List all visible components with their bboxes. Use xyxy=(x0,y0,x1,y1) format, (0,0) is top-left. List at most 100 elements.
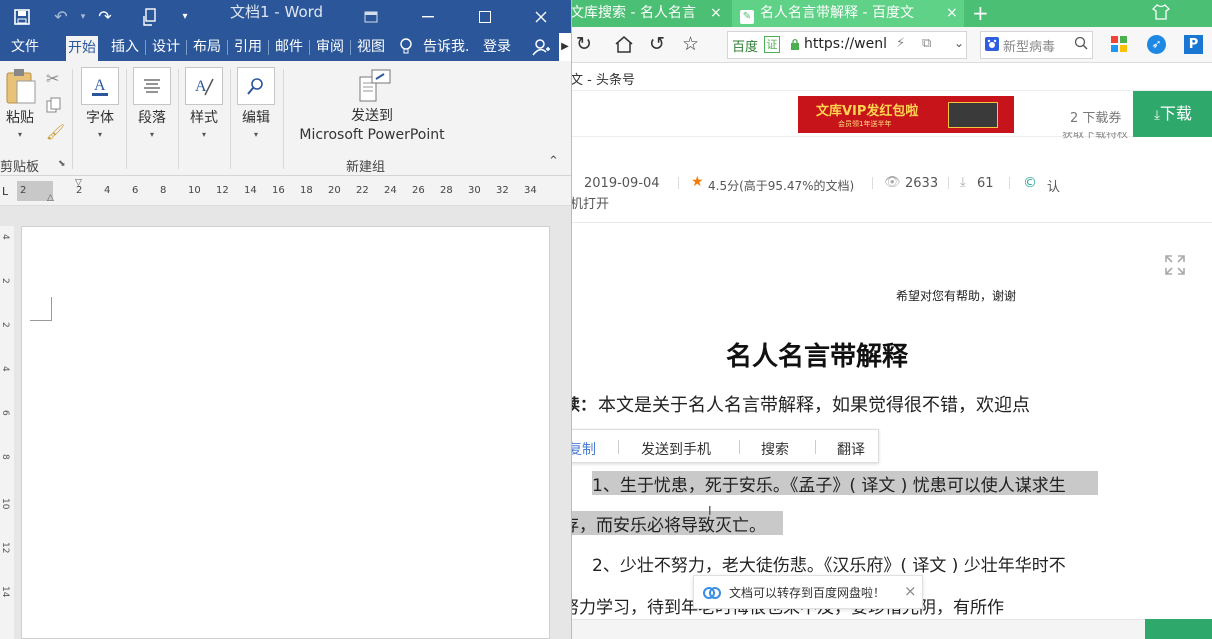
ruler-tick-label: 26 xyxy=(412,185,425,196)
apps-grid-icon[interactable] xyxy=(1111,36,1127,56)
skin-shirt-icon[interactable] xyxy=(1151,3,1171,25)
lightbulb-icon[interactable] xyxy=(399,38,413,60)
svg-text:A: A xyxy=(195,78,207,95)
browser-tab-active[interactable]: ✎ 名人名言带解释 - 百度文 xyxy=(732,0,964,27)
menu-search[interactable]: 搜索 xyxy=(761,439,789,459)
tab-favicon-icon: ✎ xyxy=(740,10,754,24)
editing-button[interactable]: 编辑 ▾ xyxy=(236,67,276,139)
vip-banner[interactable]: 文库VIP发红包啦 会员领1年送半年 xyxy=(798,96,1014,133)
home-icon[interactable] xyxy=(614,35,634,57)
paste-dropdown-icon[interactable]: ▾ xyxy=(18,130,22,139)
cut-icon[interactable]: ✂ xyxy=(46,69,59,88)
undo-icon[interactable]: ↶ xyxy=(48,0,74,33)
find-magnifier-icon xyxy=(237,67,275,105)
styles-button[interactable]: A 样式 ▾ xyxy=(184,67,224,139)
collapse-ribbon-icon[interactable]: ⌃ xyxy=(548,154,559,169)
cast-icon[interactable]: ⧉ xyxy=(922,36,931,51)
tab-design[interactable]: 设计 xyxy=(150,33,182,61)
back-undo-icon[interactable]: ↺ xyxy=(649,33,665,55)
ribbon: 粘贴 ▾ ✂ 🖌 剪贴板 ⬊ A 字体 ▾ 段落 ▾ A 样式 ▾ 编辑 ▾ 发… xyxy=(0,61,571,176)
word-title-bar: ↶ ▾ ↷ ▾ 文档1 - Word xyxy=(0,0,571,33)
open-on-phone[interactable]: 机打开 xyxy=(572,193,609,212)
word-window: ↶ ▾ ↷ ▾ 文档1 - Word 文件 开始 插入 设计 布局 引用 邮件 xyxy=(0,0,571,639)
selection-context-menu: 复制 发送到手机 搜索 翻译 xyxy=(572,429,879,463)
save-icon[interactable] xyxy=(8,0,36,33)
minimize-icon[interactable] xyxy=(418,0,438,33)
browser-tab-search[interactable]: 文库搜索 - 名人名言 xyxy=(572,0,722,27)
ruler-tick-label: 30 xyxy=(468,185,481,196)
toast-close-icon[interactable]: × xyxy=(904,582,917,600)
p-extension-icon[interactable]: P xyxy=(1184,35,1203,54)
tab-insert[interactable]: 插入 xyxy=(109,33,141,61)
bookmark-item[interactable]: 文 - 头条号 xyxy=(572,69,635,88)
tell-me-input[interactable]: 告诉我. xyxy=(421,33,471,61)
tab-layout[interactable]: 布局 xyxy=(191,33,223,61)
copy-icon[interactable] xyxy=(46,97,62,117)
bookmarks-bar: 文 - 头条号 xyxy=(572,63,1212,91)
send-to-powerpoint-icon xyxy=(359,69,391,102)
tab-home[interactable]: 开始 xyxy=(66,36,98,61)
vruler-tick-label: 4 xyxy=(0,366,10,372)
tab-selector-icon[interactable]: L xyxy=(2,185,8,198)
maximize-icon[interactable] xyxy=(474,0,496,33)
close-tab-icon[interactable]: × xyxy=(946,5,958,21)
ruler-tick-label: 24 xyxy=(384,185,397,196)
tab-review[interactable]: 审阅 xyxy=(314,33,346,61)
redo-icon[interactable]: ↷ xyxy=(93,0,117,33)
share-user-icon[interactable] xyxy=(524,33,558,61)
format-painter-icon[interactable]: 🖌 xyxy=(46,123,65,141)
paste-button[interactable]: 粘贴 ▾ xyxy=(2,67,38,139)
url-dropdown-icon[interactable]: ⌄ xyxy=(954,36,964,50)
editing-dropdown-icon: ▾ xyxy=(253,130,258,139)
menu-divider xyxy=(618,440,619,454)
new-tab-button[interactable]: + xyxy=(972,0,989,26)
menu-send-to-phone[interactable]: 发送到手机 xyxy=(641,439,711,459)
doc-title: 名人名言带解释 xyxy=(726,342,909,372)
download-label: 下载 xyxy=(1159,104,1192,123)
paragraph-button[interactable]: 段落 ▾ xyxy=(132,67,172,139)
tab-references[interactable]: 引用 xyxy=(232,33,264,61)
paragraph-dropdown-icon: ▾ xyxy=(149,130,154,139)
ruler-tick-label: 34 xyxy=(524,185,537,196)
download-button[interactable]: ⤓下载 xyxy=(1133,91,1212,137)
close-tab-icon[interactable]: × xyxy=(710,5,722,21)
meta-divider xyxy=(872,177,873,189)
send-to-powerpoint-button[interactable]: 发送到 Microsoft PowerPoint xyxy=(290,67,454,145)
url-input[interactable]: 百度 证 https://wenl ⚡ ⧉ xyxy=(727,31,967,59)
tab-mailings[interactable]: 邮件 xyxy=(273,33,305,61)
ruler-tick-label: 32 xyxy=(496,185,509,196)
ruler-tick-label: 6 xyxy=(132,185,139,196)
compass-extension-icon[interactable]: ➶ xyxy=(1147,35,1166,54)
touch-mode-icon[interactable] xyxy=(138,0,162,33)
customize-qat-icon[interactable]: ▾ xyxy=(178,0,192,33)
lightning-icon[interactable]: ⚡ xyxy=(896,36,905,51)
reload-icon[interactable]: ↻ xyxy=(576,33,592,55)
font-label: 字体 xyxy=(86,110,114,126)
document-page[interactable] xyxy=(21,226,550,639)
font-button[interactable]: A 字体 ▾ xyxy=(80,67,120,139)
ribbon-display-icon[interactable] xyxy=(360,0,382,33)
undo-dropdown-icon[interactable]: ▾ xyxy=(78,0,88,33)
search-input[interactable]: 新型病毒 xyxy=(980,31,1093,59)
doc-line-3[interactable]: 2、少壮不努力，老大徒伤悲。《汉乐府》( 译文 ) 少壮年华时不 xyxy=(592,551,1066,576)
fullscreen-expand-icon[interactable] xyxy=(1164,254,1186,280)
scroll-tabs-right-icon[interactable]: ▶ xyxy=(559,33,571,61)
hanging-indent-icon[interactable]: △ xyxy=(47,193,54,203)
search-icon[interactable] xyxy=(1074,36,1088,54)
clipboard-launcher-icon[interactable]: ⬊ xyxy=(58,159,66,169)
menu-copy[interactable]: 复制 xyxy=(572,439,596,459)
text-cursor-icon: I xyxy=(708,504,712,518)
tab-view[interactable]: 视图 xyxy=(355,33,387,61)
menu-translate[interactable]: 翻译 xyxy=(837,439,865,459)
doc-downloads: 61 xyxy=(977,176,994,191)
toast-text: 文档可以转存到百度网盘啦！ xyxy=(729,586,886,600)
doc-line-1[interactable]: 1、生于忧患，死于安乐。《孟子》( 译文 ) 忧患可以使人谋求生 xyxy=(592,471,1066,496)
tab-file[interactable]: 文件 xyxy=(9,33,41,61)
doc-line-2[interactable]: 存，而安乐必将导致灭亡。 xyxy=(572,511,766,536)
close-icon[interactable] xyxy=(530,0,552,33)
favorite-star-icon[interactable]: ☆ xyxy=(682,33,699,55)
bottom-download-button[interactable] xyxy=(1145,619,1212,639)
page-content: 文库VIP发红包啦 会员领1年送半年 2 下载券 ⤓下载 获取下载特权 2019… xyxy=(572,91,1212,639)
vruler-tick-label: 2 xyxy=(0,278,10,284)
login-link[interactable]: 登录 xyxy=(481,33,513,61)
